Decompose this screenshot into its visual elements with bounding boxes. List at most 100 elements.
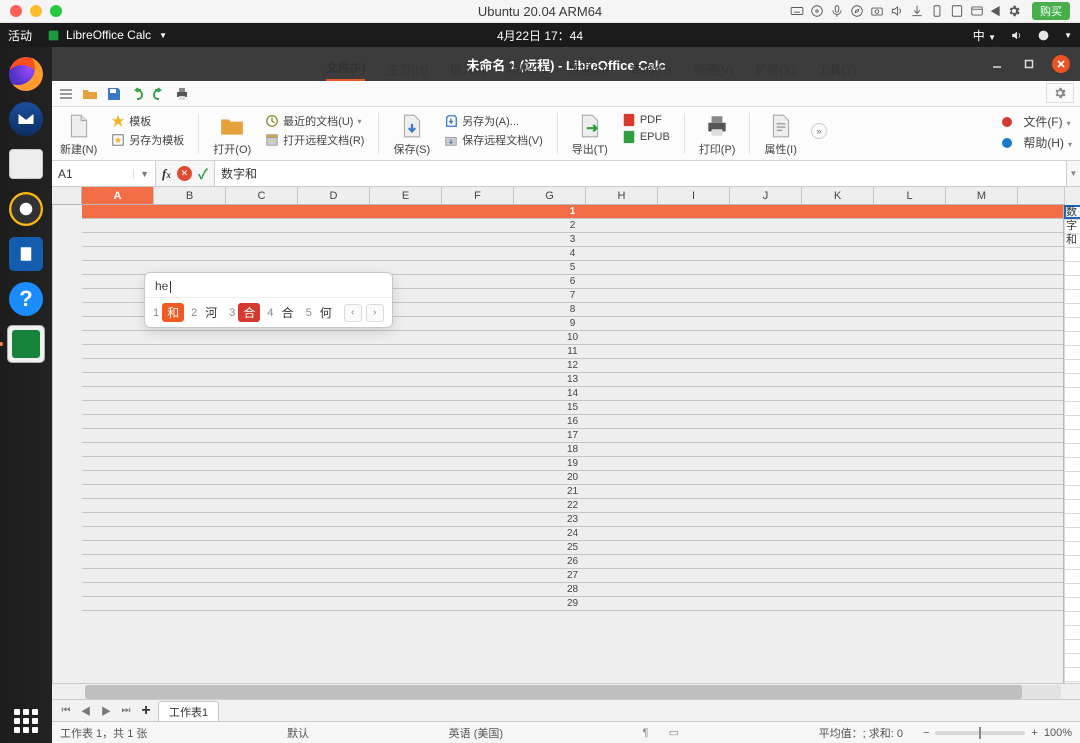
qat-save-button[interactable] — [106, 86, 122, 102]
tab-插入i[interactable]: 插入(I) — [450, 58, 485, 81]
column-header-F[interactable]: F — [442, 187, 514, 204]
row-header-22[interactable]: 22 — [82, 499, 1063, 513]
qat-redo-button[interactable] — [150, 86, 166, 102]
column-header-E[interactable]: E — [370, 187, 442, 204]
cell-grid[interactable]: 数字和 — [1064, 205, 1080, 683]
function-wizard-button[interactable]: fx — [162, 166, 171, 182]
column-header-D[interactable]: D — [298, 187, 370, 204]
ime-candidate-4[interactable]: 4合 — [267, 303, 298, 322]
row-header-24[interactable]: 24 — [82, 527, 1063, 541]
row-header-23[interactable]: 23 — [82, 513, 1063, 527]
column-header-M[interactable]: M — [946, 187, 1018, 204]
ime-prev-page-button[interactable]: ‹ — [344, 304, 362, 322]
name-box[interactable]: A1 ▼ — [52, 161, 156, 186]
row-header-4[interactable]: 4 — [82, 247, 1063, 261]
column-header-J[interactable]: J — [730, 187, 802, 204]
sheet-tab-1[interactable]: 工作表1 — [158, 701, 219, 722]
ribbon-recent-docs-button[interactable]: 最近的文档(U) — [265, 113, 364, 129]
horizontal-scrollbar-thumb[interactable] — [85, 685, 1022, 699]
nav-back-icon[interactable]: ◀ — [990, 3, 1001, 19]
dock-calc[interactable] — [5, 323, 47, 365]
ribbon-properties-button[interactable]: 属性(I) — [764, 113, 796, 157]
column-header-C[interactable]: C — [226, 187, 298, 204]
status-language[interactable]: 英语 (美国) — [449, 725, 503, 741]
ribbon-save-as-template-button[interactable]: 另存为模板 — [111, 132, 184, 148]
column-headers[interactable]: ABCDEFGHIJKLM — [82, 187, 1064, 205]
column-header-A[interactable]: A — [82, 187, 154, 204]
tab-文件f[interactable]: 文件(F) — [326, 56, 365, 81]
speaker-icon[interactable] — [890, 4, 904, 18]
tab-审阅r[interactable]: 审阅(R) — [631, 58, 672, 81]
column-header-B[interactable]: B — [154, 187, 226, 204]
status-style[interactable]: 默认 — [287, 725, 309, 741]
qat-menu-button[interactable] — [58, 86, 74, 102]
row-header-13[interactable]: 13 — [82, 373, 1063, 387]
ribbon-export-button[interactable]: 导出(T) — [572, 113, 608, 157]
download-icon[interactable] — [910, 4, 924, 18]
column-header-K[interactable]: K — [802, 187, 874, 204]
panel-clock[interactable]: 4月22日 17：44 — [0, 27, 1080, 44]
tab-扩展x[interactable]: 扩展(X) — [755, 58, 795, 81]
row-header-18[interactable]: 18 — [82, 443, 1063, 457]
ribbon-save-button[interactable]: 保存(S) — [393, 113, 430, 157]
buy-button[interactable]: 购买 — [1032, 2, 1070, 20]
row-header-21[interactable]: 21 — [82, 485, 1063, 499]
phone-icon[interactable] — [930, 4, 944, 18]
ribbon-print-button[interactable]: 打印(P) — [699, 113, 736, 157]
mac-zoom-button[interactable] — [50, 5, 62, 17]
status-insert-mode-icon[interactable]: ¶ — [643, 727, 649, 739]
zoom-out-button[interactable]: − — [923, 727, 929, 739]
row-header-27[interactable]: 27 — [82, 569, 1063, 583]
camera-icon[interactable] — [870, 4, 884, 18]
keyboard-icon[interactable] — [790, 4, 804, 18]
row-header-1[interactable]: 1 — [82, 205, 1063, 219]
row-header-29[interactable]: 29 — [82, 597, 1063, 611]
row-header-20[interactable]: 20 — [82, 471, 1063, 485]
formula-expand-button[interactable]: ▼ — [1066, 161, 1080, 186]
vertical-scrollbar-track[interactable] — [52, 205, 82, 683]
ime-candidate-1[interactable]: 1和 — [153, 303, 184, 322]
name-box-dropdown-icon[interactable]: ▼ — [133, 169, 149, 179]
gear-icon[interactable] — [1007, 4, 1021, 18]
ime-candidate-5[interactable]: 5何 — [306, 303, 337, 322]
zoom-level[interactable]: 100% — [1044, 727, 1072, 739]
formula-accept-button[interactable]: ✓ — [198, 164, 208, 184]
row-header-17[interactable]: 17 — [82, 429, 1063, 443]
qat-print-button[interactable] — [174, 86, 190, 102]
mac-minimize-button[interactable] — [30, 5, 42, 17]
dock-rhythmbox[interactable] — [5, 188, 47, 230]
qat-open-button[interactable] — [82, 86, 98, 102]
column-header-L[interactable]: L — [874, 187, 946, 204]
row-header-10[interactable]: 10 — [82, 331, 1063, 345]
row-header-19[interactable]: 19 — [82, 457, 1063, 471]
tab-工具t[interactable]: 工具(T) — [817, 58, 856, 81]
dock-files[interactable] — [5, 143, 47, 185]
row-header-2[interactable]: 2 — [82, 219, 1063, 233]
tab-数据d[interactable]: 数据(D) — [568, 58, 609, 81]
ribbon-template-button[interactable]: 模板 — [111, 113, 184, 129]
disc-icon[interactable] — [810, 4, 824, 18]
ribbon-open-button[interactable]: 打开(O) — [213, 113, 251, 157]
zoom-in-button[interactable]: + — [1031, 727, 1037, 739]
ribbon-export-epub-button[interactable]: EPUB — [622, 130, 670, 144]
ribbon-overflow-button[interactable]: » — [811, 123, 827, 139]
dock-thunderbird[interactable] — [5, 98, 47, 140]
status-selection-mode-icon[interactable]: ▭ — [669, 726, 679, 739]
horizontal-scrollbar[interactable] — [52, 683, 1080, 699]
tab-布局l[interactable]: 布局(L) — [507, 58, 546, 81]
cell-A1[interactable]: 数字和 — [1066, 205, 1080, 247]
row-header-3[interactable]: 3 — [82, 233, 1063, 247]
column-header-H[interactable]: H — [586, 187, 658, 204]
ime-candidate-3[interactable]: 3合 — [229, 303, 260, 322]
row-header-16[interactable]: 16 — [82, 415, 1063, 429]
sheet-nav-last-button[interactable]: ⏭ — [118, 703, 134, 719]
sheet-nav-next-button[interactable]: ▶ — [98, 703, 114, 719]
compass-icon[interactable] — [850, 4, 864, 18]
column-header-G[interactable]: G — [514, 187, 586, 204]
window-icon[interactable] — [970, 4, 984, 18]
add-sheet-button[interactable]: + — [138, 703, 154, 719]
ime-candidate-2[interactable]: 2河 — [191, 303, 222, 322]
mic-icon[interactable] — [830, 4, 844, 18]
tab-视图v[interactable]: 视图(V) — [693, 58, 733, 81]
tablet-icon[interactable] — [950, 4, 964, 18]
